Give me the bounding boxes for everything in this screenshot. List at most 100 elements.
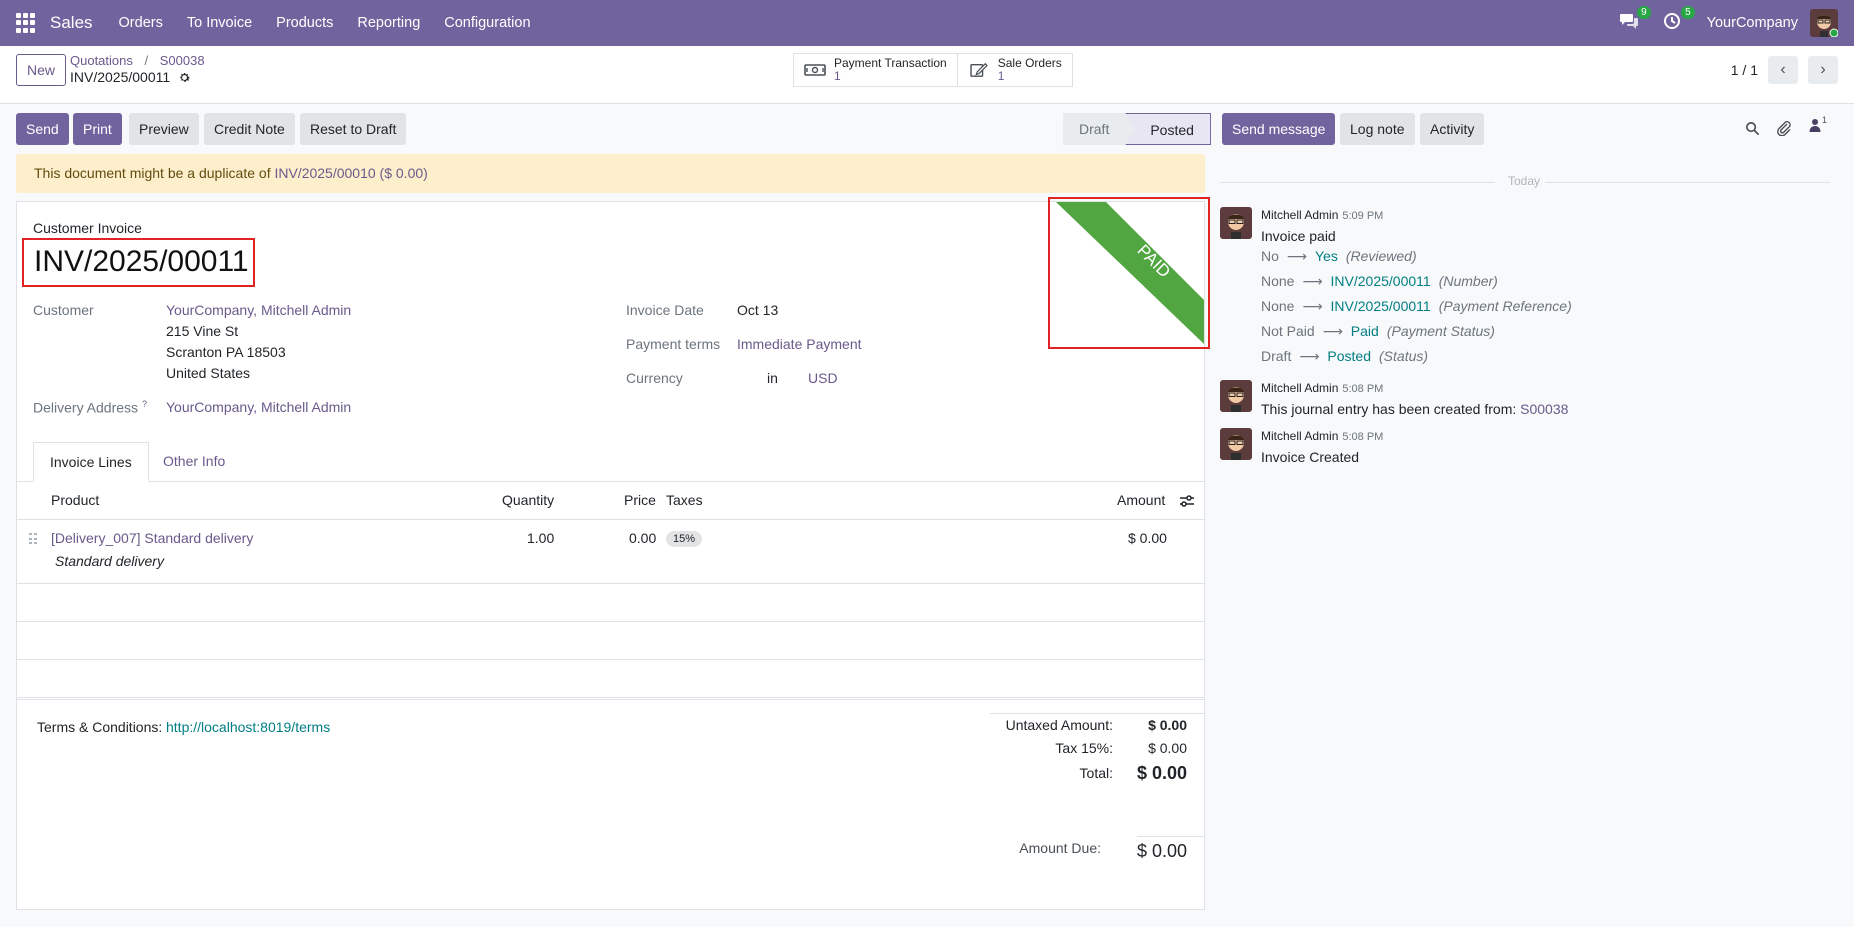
column-settings-icon[interactable] — [1179, 494, 1195, 508]
tracking-new: Yes — [1314, 248, 1338, 264]
duplicate-invoice-link[interactable]: INV/2025/00010 ($ 0.00) — [274, 165, 427, 181]
currency-in-text: in — [767, 370, 778, 386]
status-draft[interactable]: Draft — [1063, 113, 1136, 145]
tracking-field: (Payment Reference) — [1438, 298, 1572, 314]
followers-count: 1 — [1822, 115, 1828, 125]
delivery-address-link[interactable]: YourCompany, Mitchell Admin — [166, 399, 351, 415]
money-icon — [804, 64, 826, 76]
log-note-button[interactable]: Log note — [1340, 113, 1415, 145]
reset-to-draft-button[interactable]: Reset to Draft — [300, 113, 407, 145]
status-bar: Draft Posted — [1063, 113, 1211, 145]
line-quantity[interactable]: 1.00 — [527, 530, 554, 546]
menu-products[interactable]: Products — [276, 15, 333, 31]
paid-ribbon: PAID — [1056, 202, 1204, 344]
clock-icon — [1663, 13, 1680, 29]
control-panel: New Quotations / S00038 INV/2025/00011 P… — [0, 46, 1854, 104]
arrow-right-icon: ⟶ — [1302, 298, 1323, 314]
credit-note-button[interactable]: Credit Note — [204, 113, 295, 145]
date-divider-today: Today — [1508, 174, 1541, 188]
total-label: Total: — [1079, 765, 1113, 781]
chevron-left-icon: ‹ — [1780, 61, 1786, 78]
arrow-right-icon: ⟶ — [1322, 323, 1343, 339]
row-divider — [17, 583, 1204, 584]
currency-link[interactable]: USD — [808, 370, 838, 386]
paid-ribbon-highlight: PAID — [1048, 197, 1210, 349]
tracking-old: None — [1261, 298, 1295, 314]
amount-due-divider — [1137, 836, 1204, 837]
gear-icon[interactable] — [178, 71, 191, 84]
line-price[interactable]: 0.00 — [629, 530, 656, 546]
send-message-button[interactable]: Send message — [1222, 113, 1336, 145]
preview-button[interactable]: Preview — [129, 113, 199, 145]
customer-link[interactable]: YourCompany, Mitchell Admin — [166, 302, 351, 318]
print-button[interactable]: Print — [73, 113, 122, 145]
help-icon[interactable]: ? — [142, 399, 147, 409]
menu-to-invoice[interactable]: To Invoice — [187, 15, 252, 31]
delivery-address-label: Delivery Address ? — [33, 399, 147, 416]
messages-button[interactable]: 9 — [1619, 6, 1651, 34]
customer-label: Customer — [33, 302, 94, 318]
author-avatar[interactable] — [1220, 207, 1252, 239]
top-navbar: Sales Orders To Invoice Products Reporti… — [0, 0, 1854, 46]
menu-reporting[interactable]: Reporting — [357, 15, 420, 31]
user-avatar[interactable] — [1810, 9, 1839, 38]
followers-button[interactable]: 1 — [1809, 115, 1827, 135]
line-tax-badge[interactable]: 15% — [666, 531, 703, 547]
payment-transaction-button[interactable]: Payment Transaction 1 — [794, 54, 958, 86]
breadcrumb-order[interactable]: S00038 — [160, 53, 205, 68]
total-value: $ 0.00 — [1136, 763, 1187, 783]
status-posted[interactable]: Posted — [1125, 113, 1211, 145]
sale-orders-button[interactable]: Sale Orders 1 — [958, 54, 1072, 86]
drag-handle-icon[interactable] — [29, 533, 37, 545]
duplicate-warning-text: This document might be a duplicate of — [34, 165, 271, 181]
company-switcher[interactable]: YourCompany — [1707, 15, 1798, 31]
message-author: Mitchell Admin 5:08 PM — [1261, 381, 1383, 395]
column-taxes[interactable]: Taxes — [666, 492, 703, 508]
new-button[interactable]: New — [16, 54, 67, 86]
pager-previous-button[interactable]: ‹ — [1768, 56, 1798, 84]
duplicate-warning: This document might be a duplicate of IN… — [16, 154, 1205, 193]
activities-button[interactable]: 5 — [1663, 6, 1695, 34]
message-author-name[interactable]: Mitchell Admin — [1261, 429, 1338, 443]
column-price[interactable]: Price — [624, 492, 656, 508]
sale-orders-label: Sale Orders — [997, 56, 1062, 70]
amount-due-value: $ 0.00 — [1136, 841, 1187, 861]
table-bottom-divider — [17, 699, 1204, 700]
tab-other-info[interactable]: Other Info — [147, 442, 241, 482]
payment-terms-link[interactable]: Immediate Payment — [737, 336, 862, 352]
message-author-name[interactable]: Mitchell Admin — [1261, 381, 1338, 395]
apps-grid-icon[interactable] — [16, 13, 36, 33]
send-button[interactable]: Send — [16, 113, 69, 145]
line-product[interactable]: [Delivery_007] Standard delivery — [51, 530, 253, 546]
pager-value[interactable]: 1 / 1 — [1731, 62, 1758, 78]
message-author: Mitchell Admin 5:08 PM — [1261, 429, 1383, 443]
line-description[interactable]: Standard delivery — [55, 553, 164, 569]
payment-transaction-count: 1 — [834, 69, 841, 83]
column-amount[interactable]: Amount — [1117, 492, 1165, 508]
date-divider-right — [1545, 182, 1830, 183]
delivery-address-label-text: Delivery Address — [33, 399, 139, 416]
breadcrumb: Quotations / S00038 — [70, 53, 205, 68]
menu-orders[interactable]: Orders — [119, 15, 163, 31]
breadcrumb-quotations[interactable]: Quotations — [70, 53, 133, 68]
tab-invoice-lines[interactable]: Invoice Lines — [33, 442, 149, 482]
column-quantity[interactable]: Quantity — [502, 492, 554, 508]
author-avatar-icon — [1220, 207, 1252, 239]
invoice-date-value[interactable]: Oct 13 — [737, 302, 778, 318]
paperclip-icon[interactable] — [1776, 120, 1792, 136]
message-body: This journal entry has been created from… — [1261, 401, 1568, 417]
notebook-tabs: Invoice Lines Other Info — [17, 442, 1204, 482]
column-product[interactable]: Product — [51, 492, 99, 508]
activity-button[interactable]: Activity — [1420, 113, 1485, 145]
messages-badge: 9 — [1637, 6, 1651, 19]
author-avatar[interactable] — [1220, 380, 1252, 412]
message-author-name[interactable]: Mitchell Admin — [1261, 208, 1338, 222]
search-icon[interactable] — [1745, 121, 1760, 136]
amount-due-label: Amount Due: — [1019, 840, 1101, 856]
source-order-link[interactable]: S00038 — [1520, 401, 1568, 417]
pager-next-button[interactable]: › — [1808, 56, 1838, 84]
app-name[interactable]: Sales — [50, 13, 93, 33]
menu-configuration[interactable]: Configuration — [444, 15, 530, 31]
terms-link[interactable]: http://localhost:8019/terms — [166, 719, 330, 735]
author-avatar[interactable] — [1220, 428, 1252, 460]
